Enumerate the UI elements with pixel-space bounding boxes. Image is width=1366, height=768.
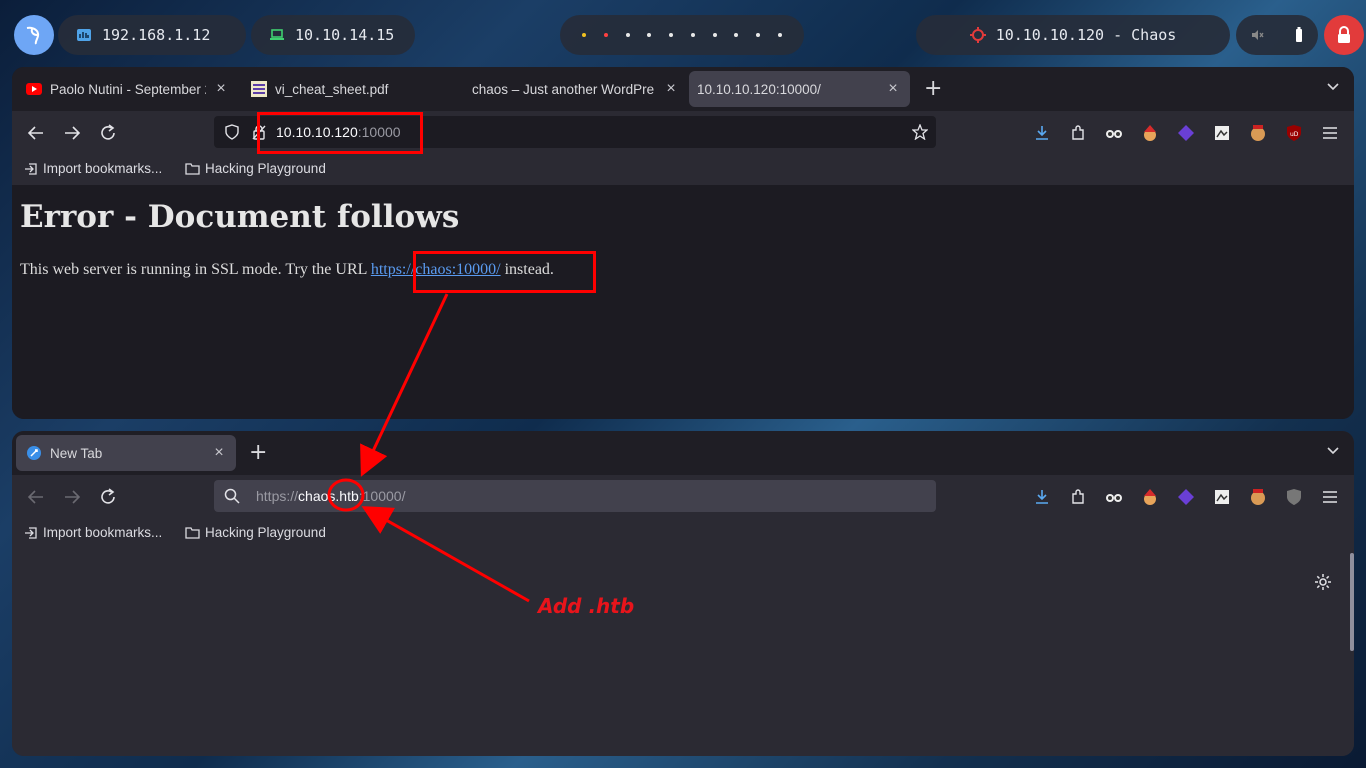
annotation-arrows	[327, 293, 530, 603]
arrow-add-htb	[361, 506, 530, 603]
annotation-label: Add .htb	[538, 594, 635, 618]
htb-circle	[327, 478, 365, 512]
arrow-link-to-url	[360, 293, 449, 477]
